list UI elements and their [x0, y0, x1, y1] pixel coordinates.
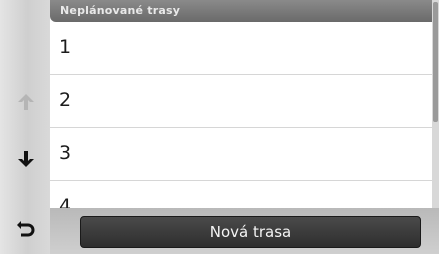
scrollbar[interactable]: [432, 0, 439, 208]
scroll-down-button[interactable]: [12, 145, 40, 173]
list-item-label: 1: [59, 36, 72, 58]
scrollbar-thumb[interactable]: [433, 2, 438, 122]
navigation-screen: Neplánované trasy 1 2 3 4 Nová trasa: [0, 0, 439, 254]
left-control-rail: [0, 0, 50, 254]
list-item[interactable]: 3: [50, 128, 432, 181]
back-button[interactable]: [12, 214, 40, 242]
new-route-button[interactable]: Nová trasa: [80, 216, 421, 248]
list-item-label: 2: [59, 89, 72, 111]
list-item[interactable]: 2: [50, 75, 432, 128]
list-header-title: Neplánované trasy: [60, 4, 181, 17]
list-item[interactable]: 4: [50, 181, 432, 208]
scroll-up-button[interactable]: [12, 88, 40, 116]
list-item-label: 3: [59, 142, 72, 164]
list-header: Neplánované trasy: [50, 0, 432, 22]
bottom-bar: Nová trasa: [50, 208, 439, 254]
arrow-down-icon: [18, 151, 34, 167]
route-list: 1 2 3 4: [50, 22, 432, 208]
arrow-up-icon: [18, 94, 34, 110]
back-arrow-icon: [17, 221, 35, 237]
list-item[interactable]: 1: [50, 22, 432, 75]
list-item-label: 4: [59, 195, 72, 208]
